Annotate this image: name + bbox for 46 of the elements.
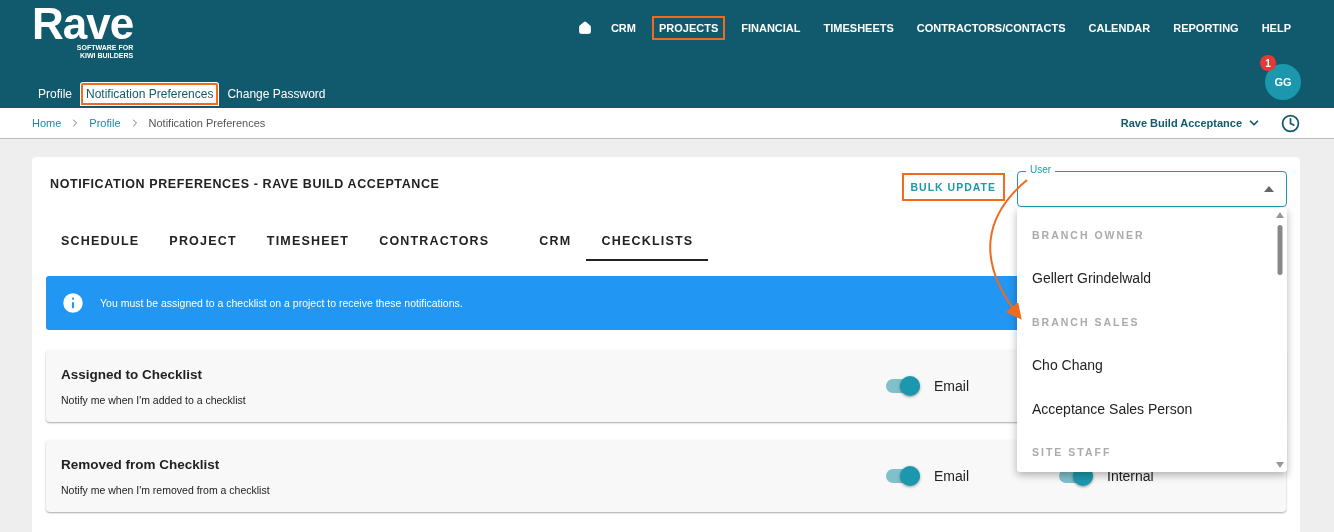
nav-link[interactable]: TIMESHEETS — [816, 16, 901, 40]
project-selector[interactable]: Rave Build Acceptance — [1120, 116, 1261, 130]
nav-link[interactable]: FINANCIAL — [734, 16, 808, 40]
notification-badge: 1 — [1260, 55, 1276, 71]
caret-icon — [1264, 186, 1274, 192]
toggle-switch[interactable] — [886, 379, 920, 393]
category-tab[interactable]: CHECKLISTS — [586, 223, 709, 261]
category-tab[interactable]: TIMESHEET — [251, 223, 365, 261]
row-title: Removed from Checklist — [61, 456, 221, 472]
category-tab[interactable]: CONTRACTORS — [364, 223, 505, 261]
breadcrumb-link[interactable]: Profile — [89, 117, 121, 129]
category-tab[interactable]: SCHEDULE — [46, 223, 155, 261]
home-icon[interactable] — [577, 21, 592, 35]
logo: Rave — [32, 4, 134, 44]
nav-link[interactable]: CALENDAR — [1081, 16, 1158, 40]
toggle-label: Email — [934, 378, 969, 394]
row-description: Notify me when I'm added to a checklist — [61, 393, 246, 406]
row-description: Notify me when I'm removed from a checklist — [61, 483, 270, 496]
toggle-label: Internal — [1107, 468, 1154, 484]
category-tab[interactable]: PROJECT — [154, 223, 252, 261]
info-icon — [60, 290, 86, 316]
toggle-switch[interactable] — [886, 469, 920, 483]
profile-tab[interactable]: Notification Preferences — [80, 82, 220, 106]
nav-link[interactable]: PROJECTS — [651, 16, 726, 40]
group-header: SITE STAFF — [1031, 445, 1113, 461]
profile-tab[interactable]: Profile — [32, 82, 78, 106]
nav-link[interactable]: CONTRACTORS/CONTACTS — [909, 16, 1073, 40]
field-label: User — [1026, 164, 1056, 176]
group-header: BRANCH SALES — [1031, 314, 1141, 330]
group-header: BRANCH OWNER — [1031, 227, 1146, 243]
menu-option[interactable]: Acceptance Sales Person — [1017, 387, 1273, 431]
clock-icon[interactable] — [1281, 113, 1300, 133]
row-title: Assigned to Checklist — [61, 366, 204, 382]
breadcrumb-current[interactable]: Notification Preferences — [148, 117, 266, 129]
profile-tab[interactable]: Change Password — [221, 82, 332, 106]
toggle-label: Email — [934, 468, 969, 484]
category-tab[interactable]: CRM — [524, 223, 587, 261]
menu-option[interactable]: Cho Chang — [1017, 343, 1273, 387]
info-message: You must be assigned to a checklist on a project to receive these notifications. — [100, 297, 463, 309]
user-select[interactable] — [1017, 171, 1287, 207]
nav-link[interactable]: CRM — [603, 16, 643, 40]
nav-link[interactable]: HELP — [1254, 16, 1298, 40]
breadcrumb-link[interactable]: Home — [32, 117, 62, 129]
nav-link[interactable]: REPORTING — [1166, 16, 1246, 40]
menu-option[interactable]: Gellert Grindelwald — [1017, 256, 1273, 300]
card-title: NOTIFICATION PREFERENCES - RAVE BUILD ACCEPTANCE — [50, 177, 440, 191]
